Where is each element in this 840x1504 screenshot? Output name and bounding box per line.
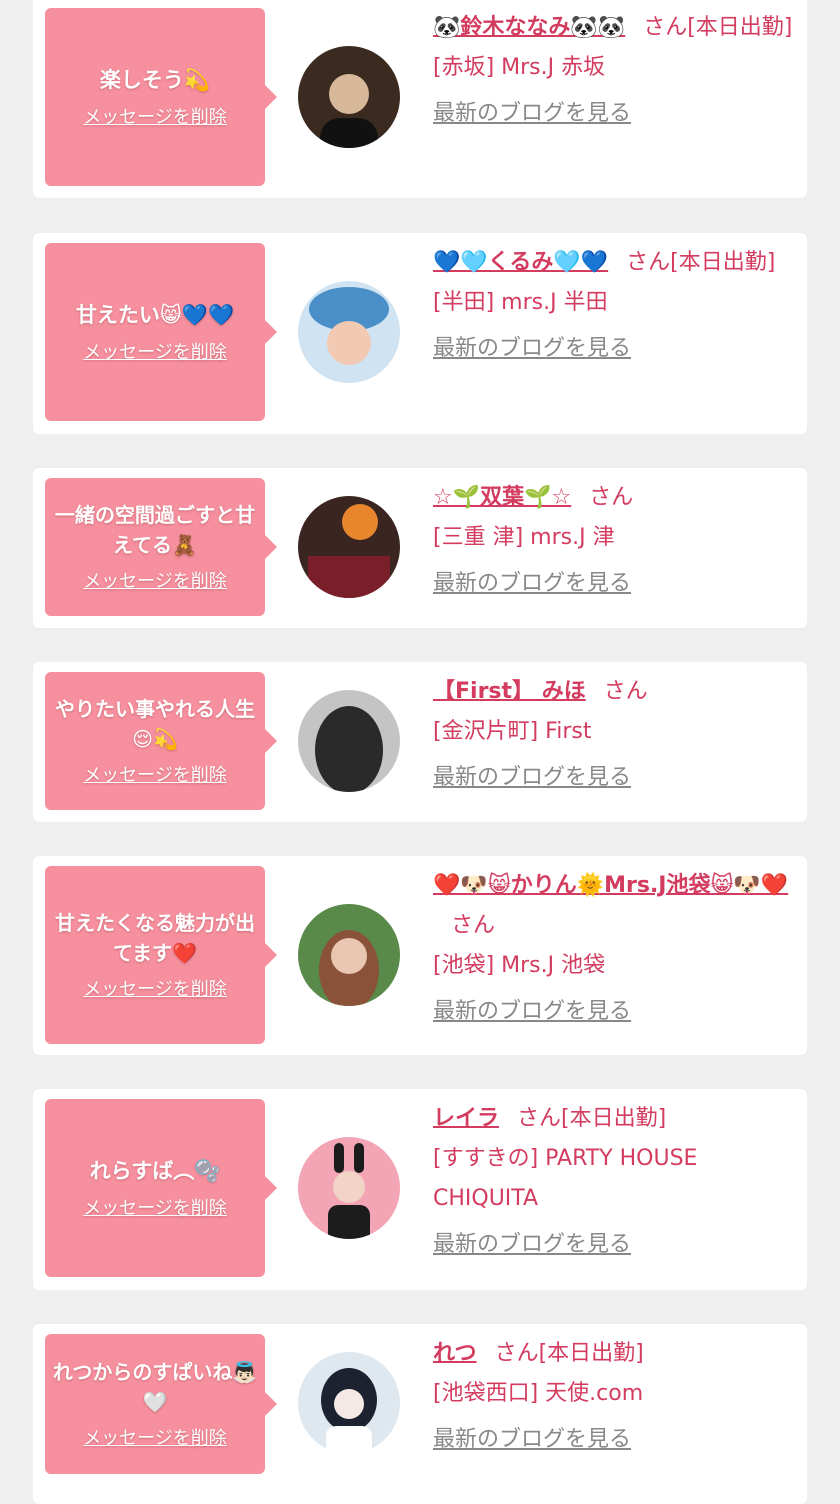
shop-label: [赤坂] Mrs.J 赤坂	[433, 55, 606, 80]
blog-link[interactable]: 最新のブログを見る	[433, 564, 795, 604]
message-bubble: やりたい事やれる人生😌💫 メッセージを削除	[45, 672, 277, 810]
cast-info: 【First】 みほ さん [金沢片町] First 最新のブログを見る	[433, 672, 795, 798]
cast-info: ☆🌱双葉🌱☆ さん [三重 津] mrs.J 津 最新のブログを見る	[433, 478, 795, 604]
blog-link[interactable]: 最新のブログを見る	[433, 758, 795, 798]
shop-label: [すすきの] PARTY HOUSE CHIQUITA	[433, 1146, 698, 1211]
list-item: れつからのすぱいね👼🏻🤍 メッセージを削除 れつ さん[本日出勤] [池袋西口] …	[33, 1324, 807, 1504]
cast-suffix: さん[本日出勤]	[494, 1341, 644, 1366]
cast-info: レイラ さん[本日出勤] [すすきの] PARTY HOUSE CHIQUITA …	[433, 1099, 795, 1265]
cast-info: ❤️🐶😸かりん🌞Mrs.J池袋😸🐶❤️ さん [池袋] Mrs.J 池袋 最新のブ…	[433, 866, 795, 1032]
delete-message-link[interactable]: メッセージを削除	[83, 106, 227, 130]
cast-name-link[interactable]: 🐼鈴木ななみ🐼🐼	[433, 15, 625, 40]
cast-name-link[interactable]: ☆🌱双葉🌱☆	[433, 485, 571, 510]
shop-label: [池袋] Mrs.J 池袋	[433, 953, 606, 978]
avatar[interactable]	[298, 46, 400, 148]
cast-name-link[interactable]: 【First】 みほ	[433, 679, 586, 704]
blog-link[interactable]: 最新のブログを見る	[433, 94, 795, 134]
blog-link[interactable]: 最新のブログを見る	[433, 1420, 795, 1460]
cast-suffix: さん	[603, 679, 648, 704]
shop-label: [三重 津] mrs.J 津	[433, 525, 615, 550]
shop-label: [金沢片町] First	[433, 719, 592, 744]
blog-link[interactable]: 最新のブログを見る	[433, 329, 795, 369]
delete-message-link[interactable]: メッセージを削除	[83, 1427, 227, 1451]
list-item: やりたい事やれる人生😌💫 メッセージを削除 【First】 みほ さん [金沢片町…	[33, 662, 807, 822]
message-text: れつからのすぱいね👼🏻🤍	[52, 1360, 258, 1414]
avatar[interactable]	[298, 281, 400, 383]
delete-message-link[interactable]: メッセージを削除	[83, 1197, 227, 1221]
blog-link[interactable]: 最新のブログを見る	[433, 992, 795, 1032]
message-text: れらすば︵🫧	[89, 1159, 221, 1183]
avatar[interactable]	[298, 1137, 400, 1239]
cast-suffix: さん	[589, 485, 634, 510]
cast-suffix: さん[本日出勤]	[643, 15, 793, 40]
delete-message-link[interactable]: メッセージを削除	[83, 764, 227, 788]
avatar[interactable]	[298, 496, 400, 598]
message-text: 甘えたい😸💙💙	[75, 303, 235, 327]
cast-info: 🐼鈴木ななみ🐼🐼 さん[本日出勤] [赤坂] Mrs.J 赤坂 最新のブログを見る	[433, 8, 795, 134]
cast-name-link[interactable]: ❤️🐶😸かりん🌞Mrs.J池袋😸🐶❤️	[433, 873, 788, 898]
cast-info: 💙🩵くるみ🩵💙 さん[本日出勤] [半田] mrs.J 半田 最新のブログを見る	[433, 243, 795, 369]
cast-suffix: さん[本日出勤]	[517, 1106, 667, 1131]
list-item: れらすば︵🫧 メッセージを削除 レイラ さん[本日出勤] [すすきの] PARTY…	[33, 1089, 807, 1290]
message-bubble: れつからのすぱいね👼🏻🤍 メッセージを削除	[45, 1334, 277, 1474]
avatar[interactable]	[298, 904, 400, 1006]
shop-label: [池袋西口] 天使.com	[433, 1381, 644, 1406]
message-text: 甘えたくなる魅力が出てます❤️	[55, 911, 255, 965]
blog-link[interactable]: 最新のブログを見る	[433, 1225, 795, 1265]
message-text: やりたい事やれる人生😌💫	[55, 697, 255, 751]
avatar[interactable]	[298, 690, 400, 792]
cast-name-link[interactable]: レイラ	[433, 1106, 499, 1131]
message-bubble: 一緒の空間過ごすと甘えてる🧸 メッセージを削除	[45, 478, 277, 616]
delete-message-link[interactable]: メッセージを削除	[83, 570, 227, 594]
cast-info: れつ さん[本日出勤] [池袋西口] 天使.com 最新のブログを見る	[433, 1334, 795, 1460]
avatar[interactable]	[298, 1352, 400, 1454]
list-item: 甘えたくなる魅力が出てます❤️ メッセージを削除 ❤️🐶😸かりん🌞Mrs.J池袋…	[33, 856, 807, 1055]
shop-label: [半田] mrs.J 半田	[433, 290, 608, 315]
message-text: 一緒の空間過ごすと甘えてる🧸	[54, 503, 256, 557]
list-item: 甘えたい😸💙💙 メッセージを削除 💙🩵くるみ🩵💙 さん[本日出勤] [半田] mr…	[33, 233, 807, 434]
delete-message-link[interactable]: メッセージを削除	[83, 978, 227, 1002]
message-bubble: 甘えたい😸💙💙 メッセージを削除	[45, 243, 277, 421]
delete-message-link[interactable]: メッセージを削除	[83, 341, 227, 365]
cast-name-link[interactable]: れつ	[433, 1341, 477, 1366]
message-bubble: 楽しそう💫 メッセージを削除	[45, 8, 277, 186]
message-text: 楽しそう💫	[99, 68, 211, 92]
message-bubble: れらすば︵🫧 メッセージを削除	[45, 1099, 277, 1277]
cast-name-link[interactable]: 💙🩵くるみ🩵💙	[433, 250, 608, 275]
message-bubble: 甘えたくなる魅力が出てます❤️ メッセージを削除	[45, 866, 277, 1044]
list-item: 楽しそう💫 メッセージを削除 🐼鈴木ななみ🐼🐼 さん[本日出勤] [赤坂] Mrs…	[33, 0, 807, 198]
cast-suffix: さん	[451, 913, 496, 938]
list-item: 一緒の空間過ごすと甘えてる🧸 メッセージを削除 ☆🌱双葉🌱☆ さん [三重 津] …	[33, 468, 807, 628]
cast-suffix: さん[本日出勤]	[626, 250, 776, 275]
